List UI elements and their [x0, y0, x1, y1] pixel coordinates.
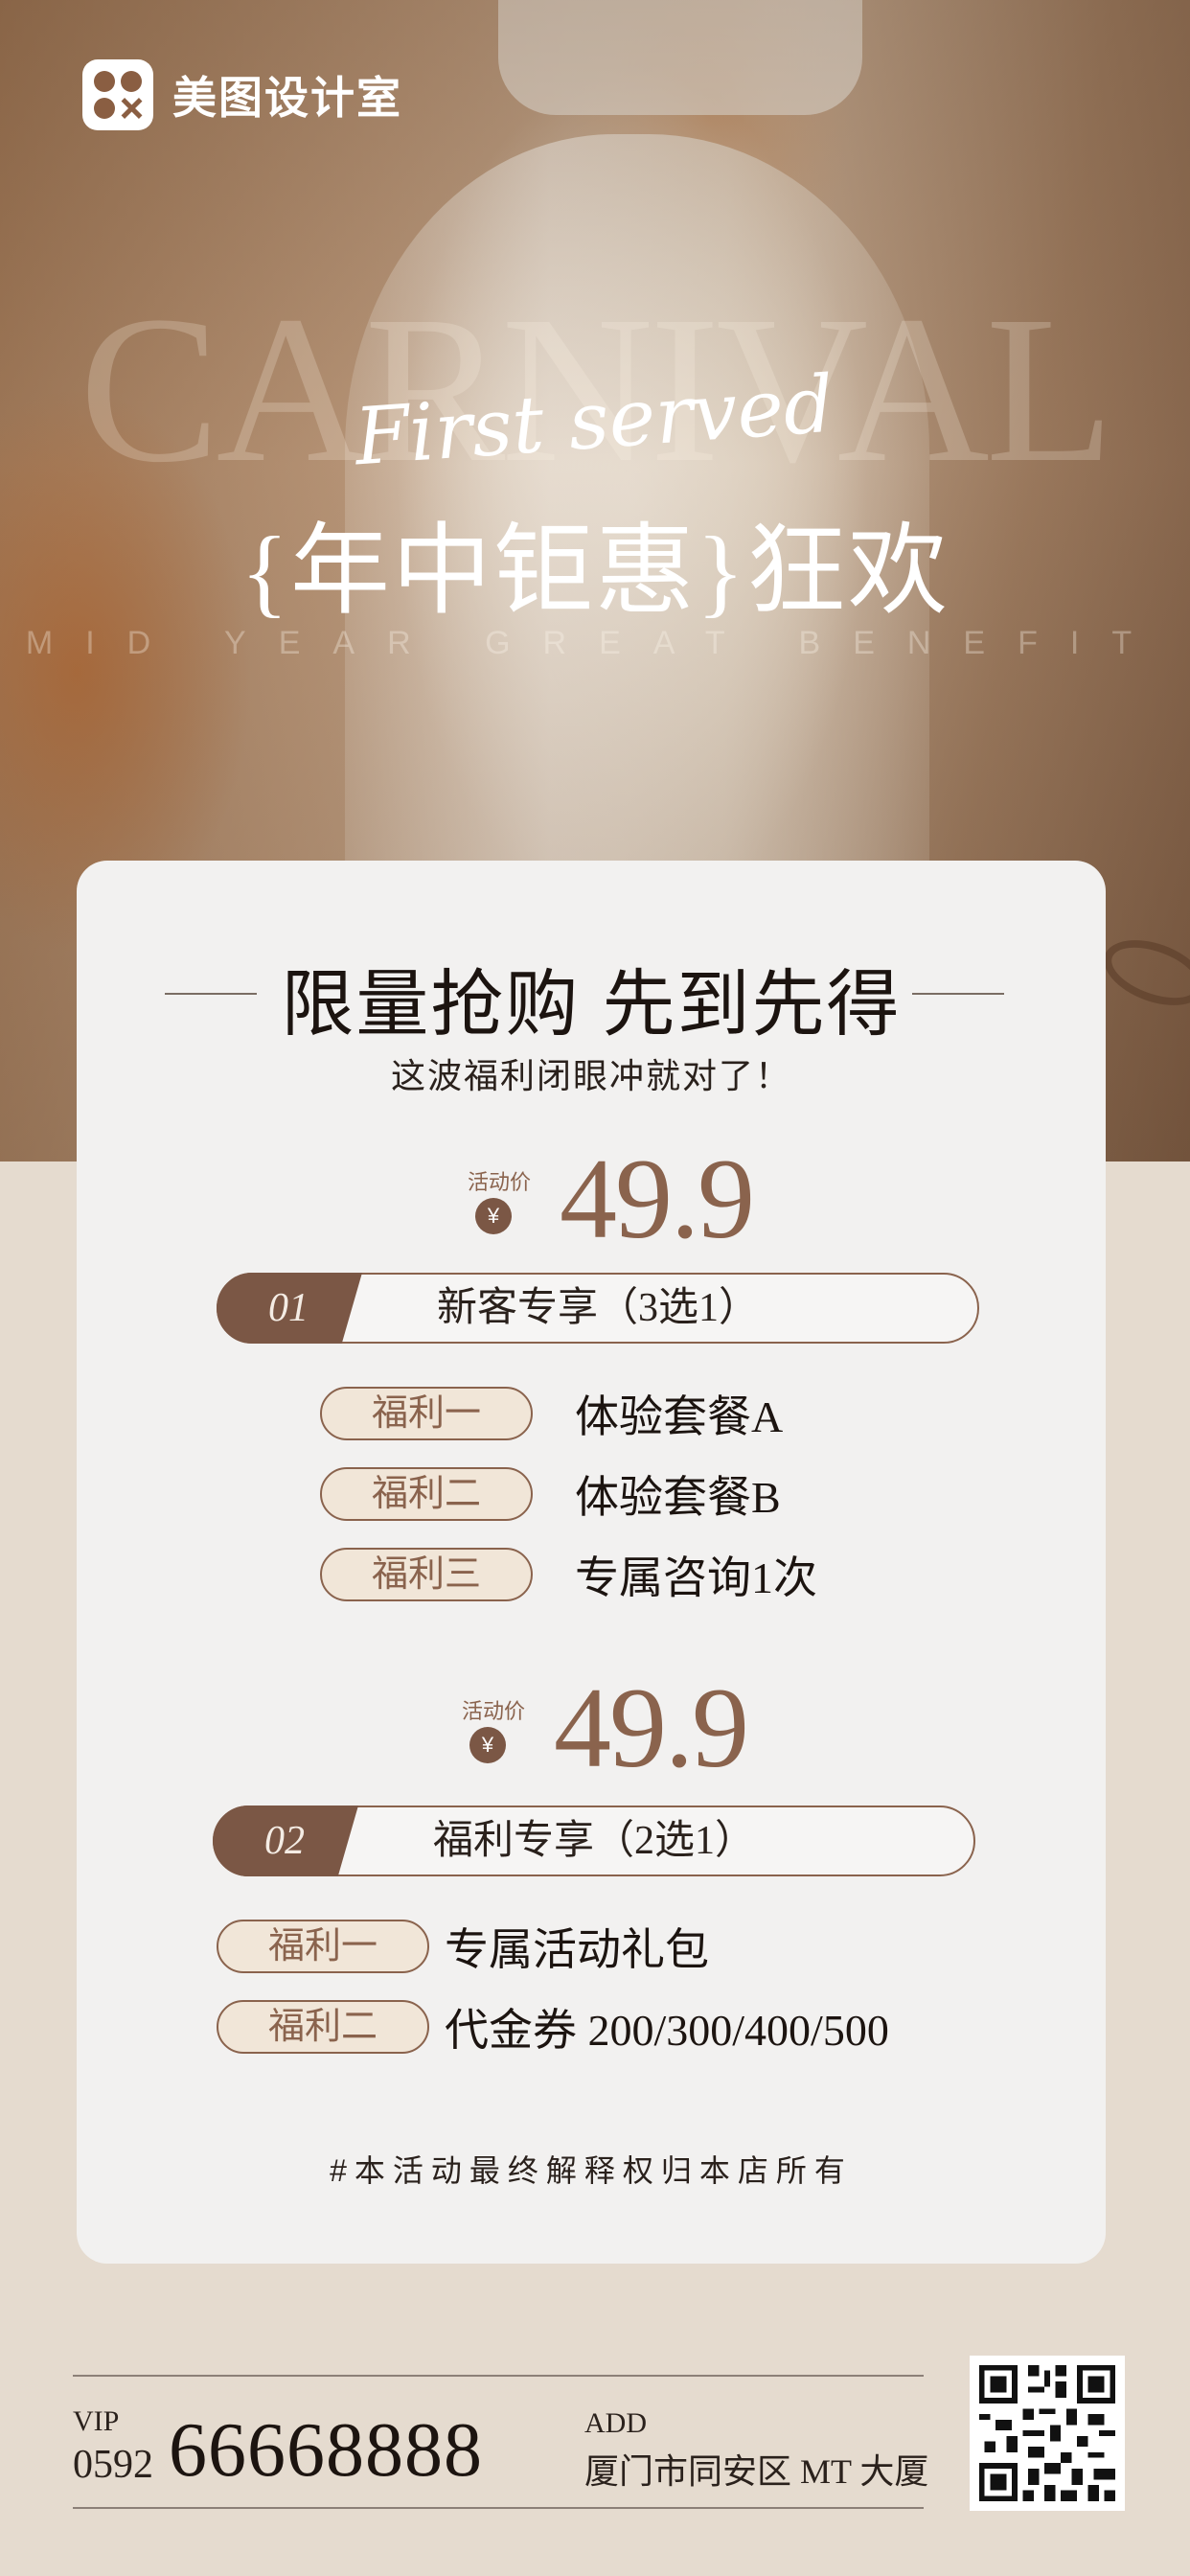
phone-number: 66668888	[169, 2408, 483, 2493]
title-divider-right	[912, 993, 1004, 995]
card-subtitle: 这波福利闭眼冲就对了！	[390, 1056, 791, 1095]
disclaimer: #本活动最终解释权归本店所有	[330, 2153, 853, 2188]
offer-card: 限量抢购 先到先得 这波福利闭眼冲就对了！ 活动价 ¥ 49.9 01 新客专享…	[77, 861, 1106, 2264]
perk-text: 体验套餐B	[575, 1473, 781, 1522]
yen-icon: ¥	[469, 1727, 506, 1763]
perk-row: 福利三 专属咨询1次	[320, 1543, 817, 1606]
perk-row: 福利一 体验套餐A	[320, 1382, 783, 1445]
perk-text: 代金券 200/300/400/500	[445, 2006, 889, 2055]
address-label: ADD	[584, 2407, 647, 2439]
footer-divider-bottom	[73, 2507, 924, 2509]
perk-text: 体验套餐A	[575, 1392, 784, 1441]
price-label: 活动价	[462, 1699, 526, 1723]
qr-code-icon[interactable]	[970, 2356, 1125, 2511]
phone-area-code: 0592	[73, 2443, 153, 2487]
perk-row: 福利二 体验套餐B	[320, 1462, 781, 1526]
price-block: 活动价 ¥ 49.9	[462, 1664, 845, 1809]
package-header: 02 福利专享（2选1）	[213, 1806, 975, 1876]
package-header: 01 新客专享（3选1）	[217, 1273, 979, 1344]
card-title: 限量抢购 先到先得	[281, 964, 902, 1046]
yen-icon: ¥	[475, 1198, 512, 1234]
footer-divider-top	[73, 2375, 924, 2377]
meitu-logo-icon	[82, 59, 153, 130]
package-title: 福利专享（2选1）	[432, 1819, 755, 1863]
perk-tag: 福利一	[320, 1387, 533, 1440]
perk-text: 专属活动礼包	[445, 1925, 709, 1974]
price-value: 49.9	[560, 1135, 755, 1262]
perk-text: 专属咨询1次	[575, 1553, 817, 1602]
package-title: 新客专享（3选1）	[436, 1286, 759, 1330]
perk-tag: 福利二	[217, 2000, 429, 2054]
tagline: MID YEAR GREAT BENEFIT	[25, 625, 1165, 661]
brand-name: 美图设计室	[172, 73, 402, 123]
perk-tag: 福利二	[320, 1467, 533, 1521]
perk-row: 福利一 专属活动礼包	[217, 1915, 709, 1978]
vip-label: VIP	[73, 2405, 120, 2437]
perk-tag: 福利三	[320, 1548, 533, 1601]
price-block: 活动价 ¥ 49.9	[468, 1135, 851, 1280]
brand-logo: 美图设计室	[82, 59, 402, 130]
perk-row: 福利二 代金券 200/300/400/500	[217, 1995, 889, 2058]
address: 厦门市同安区 MT 大厦	[584, 2452, 929, 2491]
perk-tag: 福利一	[217, 1920, 429, 1973]
price-label: 活动价	[468, 1170, 532, 1194]
headline: {年中钜惠}狂欢	[240, 517, 950, 627]
price-value: 49.9	[554, 1664, 749, 1791]
